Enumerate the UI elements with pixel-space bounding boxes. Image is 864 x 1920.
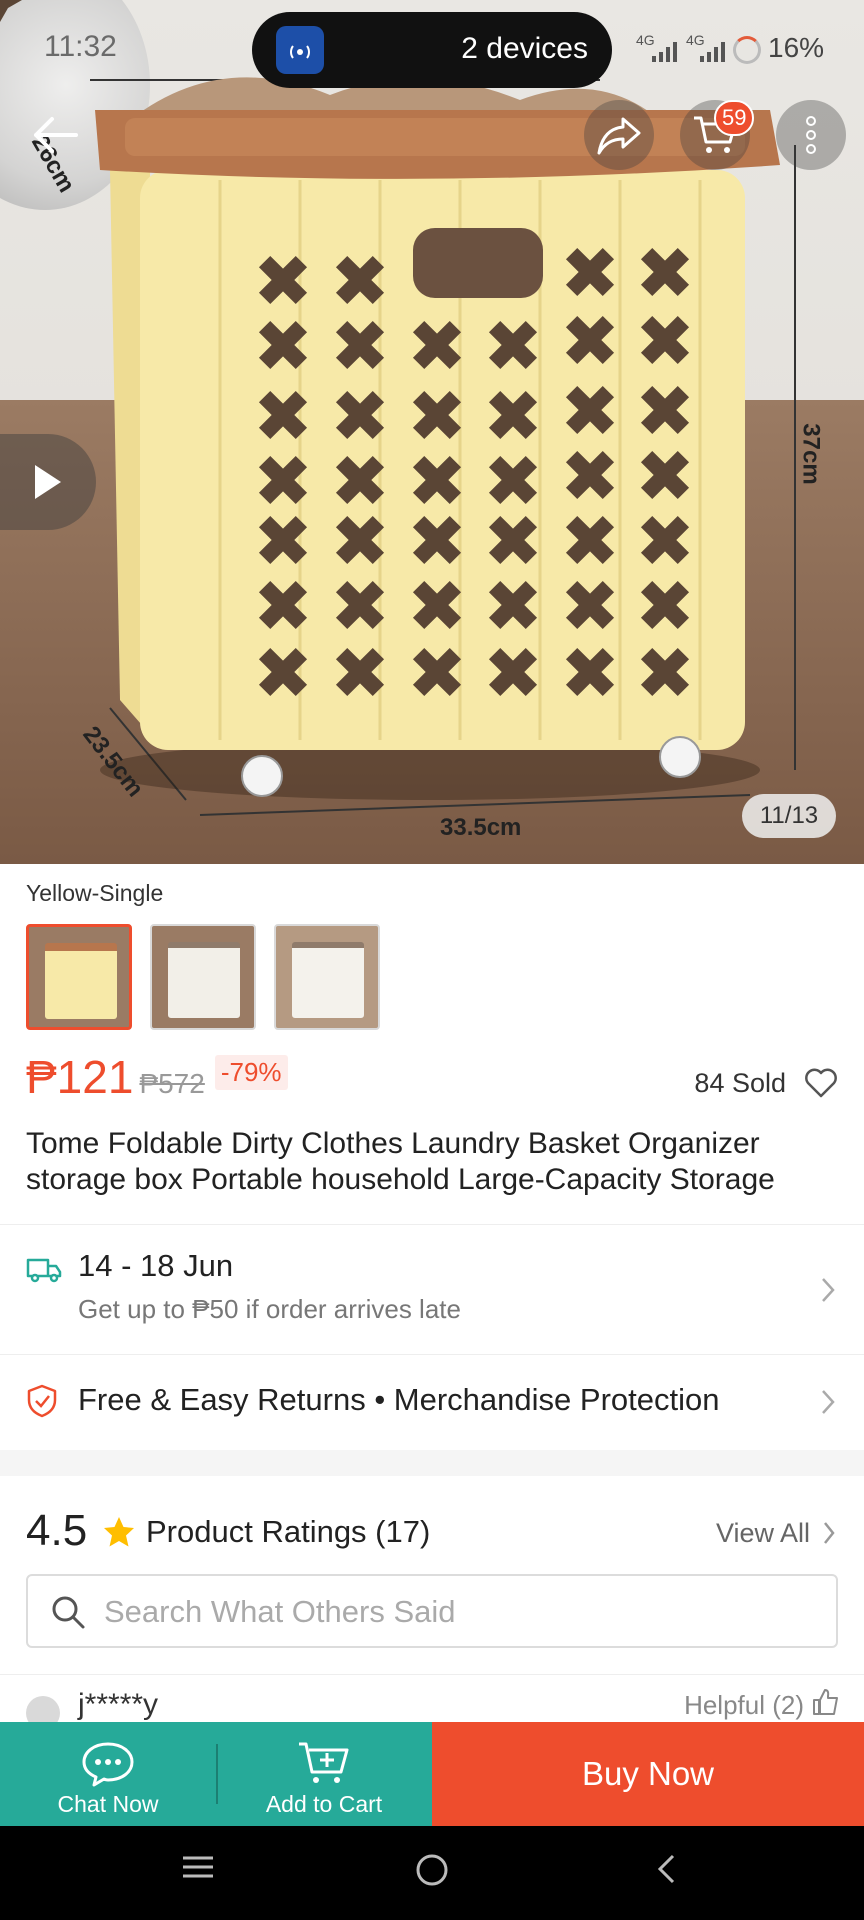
cart-count-badge: 59	[714, 100, 755, 136]
status-bar: 11:32 2 devices 4G 4G 16%	[0, 0, 864, 100]
shield-check-icon	[27, 1384, 57, 1418]
variant-thumb-yellow[interactable]	[26, 924, 132, 1030]
sold-count: 84 Sold	[694, 1068, 786, 1098]
chevron-right-icon	[822, 1278, 835, 1302]
returns-protection-row[interactable]: Free & Easy Returns • Merchandise Protec…	[0, 1354, 864, 1450]
reviewer-name: j*****y	[78, 1688, 159, 1721]
star-icon	[104, 1517, 134, 1547]
product-image-gallery[interactable]: 26cm 37cm 23.5cm 33.5cm 11:32 2 devices …	[0, 0, 864, 864]
signal-icon-1	[652, 42, 677, 62]
signal-icon-2	[700, 42, 725, 62]
status-time: 11:32	[44, 30, 117, 63]
system-navigation-bar	[0, 1826, 864, 1920]
add-to-cart-button[interactable]: Add to Cart	[216, 1722, 432, 1826]
ratings-label: Product Ratings (17)	[146, 1514, 431, 1549]
review-search-input[interactable]: Search What Others Said	[26, 1574, 838, 1648]
variant-thumb-cream-double[interactable]	[150, 924, 256, 1030]
battery-percent: 16%	[768, 32, 825, 63]
dimension-width: 33.5cm	[440, 814, 522, 841]
shipping-date: 14 - 18 Jun	[78, 1248, 234, 1283]
returns-protection-text: Free & Easy Returns • Merchandise Protec…	[78, 1382, 720, 1417]
bottom-action-bar: Chat Now Add to Cart Buy Now	[0, 1722, 864, 1826]
play-video-button[interactable]	[0, 434, 96, 530]
chat-bubble-icon	[82, 1742, 134, 1787]
review-item: j*****y Helpful (2)	[0, 1676, 864, 1722]
original-price: ₱572	[139, 1068, 205, 1099]
image-counter: 11/13	[742, 794, 836, 838]
thumbs-up-icon[interactable]	[812, 1688, 840, 1716]
product-title: Tome Foldable Dirty Clothes Laundry Bask…	[26, 1127, 775, 1196]
avatar	[26, 1696, 60, 1722]
divider	[0, 1224, 864, 1225]
heart-icon	[805, 1068, 837, 1098]
chevron-right-icon	[824, 1522, 835, 1544]
variant-thumbnails	[26, 924, 380, 1030]
more-options-button[interactable]	[776, 100, 846, 170]
dimension-height: 37cm	[797, 423, 825, 485]
view-all-ratings-link[interactable]: View All	[716, 1518, 810, 1549]
battery-icon	[733, 36, 761, 64]
helpful-count[interactable]: Helpful (2)	[684, 1690, 804, 1721]
current-price: ₱121	[26, 1051, 134, 1103]
more-vertical-icon	[806, 116, 816, 154]
ratings-header: 4.5 Product Ratings (17) View All	[0, 1476, 864, 1576]
dynamic-island[interactable]: 2 devices	[252, 12, 612, 88]
section-gap	[0, 1450, 864, 1476]
chevron-right-icon	[822, 1390, 835, 1414]
back-button[interactable]	[20, 100, 90, 170]
shipping-guarantee-note: Get up to ₱50 if order arrives late	[78, 1294, 461, 1324]
arrow-left-icon	[34, 117, 78, 153]
discount-badge: -79%	[214, 1055, 288, 1090]
chat-now-button[interactable]: Chat Now	[0, 1722, 216, 1826]
add-to-cart-label: Add to Cart	[265, 1791, 383, 1817]
search-icon	[52, 1596, 85, 1629]
play-icon	[35, 465, 61, 499]
share-button[interactable]	[584, 100, 654, 170]
price-row: ₱121 ₱572 -79%	[26, 1050, 288, 1104]
rating-score: 4.5	[26, 1506, 88, 1555]
recent-apps-icon[interactable]	[180, 1852, 216, 1882]
divider	[0, 1674, 864, 1675]
home-icon[interactable]	[414, 1852, 450, 1888]
variant-label: Yellow-Single	[26, 880, 164, 906]
chat-now-label: Chat Now	[57, 1791, 159, 1817]
review-search-placeholder: Search What Others Said	[104, 1594, 456, 1629]
variant-thumb-cream-single[interactable]	[274, 924, 380, 1030]
buy-now-button[interactable]: Buy Now	[432, 1722, 864, 1826]
broadcast-icon	[276, 26, 324, 74]
wishlist-button[interactable]	[804, 1068, 838, 1103]
back-nav-icon[interactable]	[654, 1852, 678, 1886]
truck-icon	[26, 1258, 62, 1283]
share-icon	[597, 117, 641, 155]
shipping-row[interactable]: 14 - 18 Jun Get up to ₱50 if order arriv…	[0, 1226, 864, 1354]
island-devices-text: 2 devices	[461, 32, 588, 65]
cart-plus-icon	[299, 1742, 349, 1783]
